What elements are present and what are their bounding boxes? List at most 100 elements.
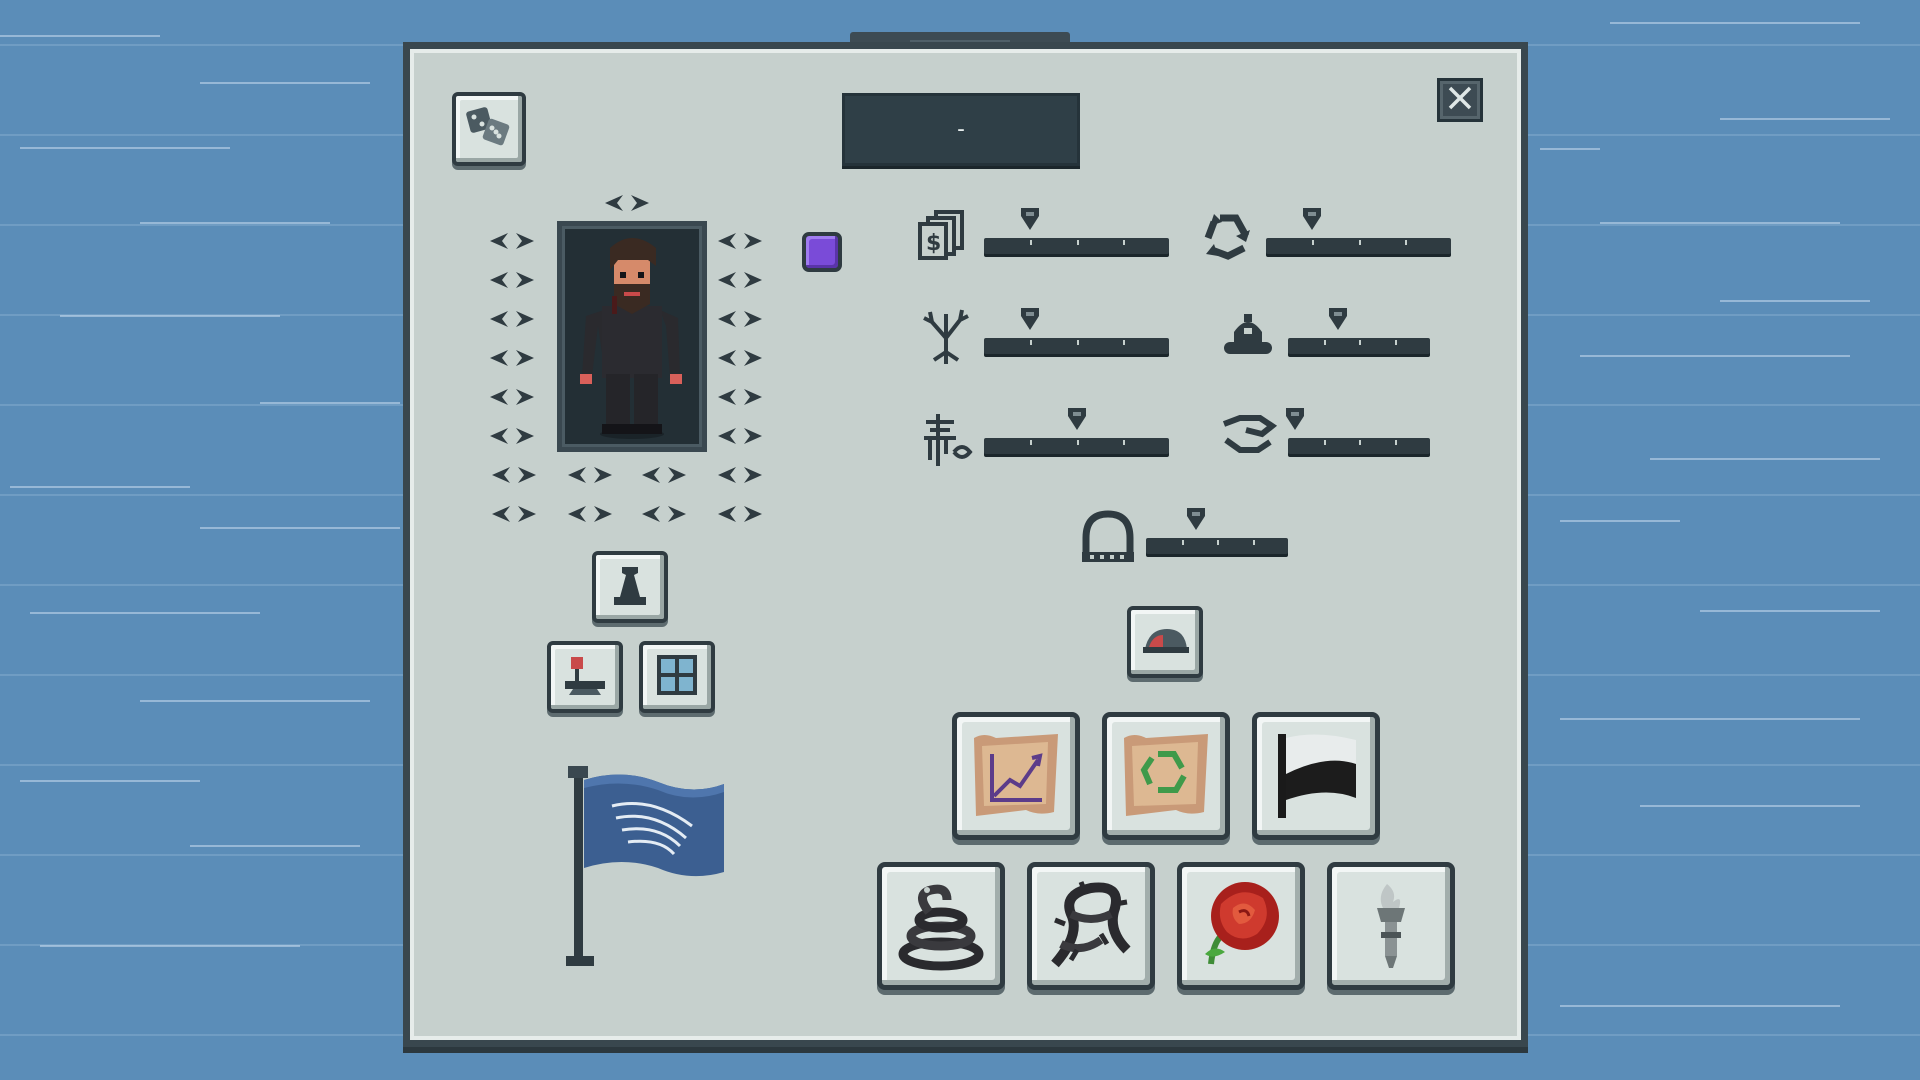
recycle-slider[interactable] (1266, 208, 1451, 254)
arrow-right-icon[interactable] (666, 465, 688, 487)
arrows-top-center (603, 193, 657, 215)
arrow-left-icon[interactable] (716, 465, 738, 487)
arrow-right-icon[interactable] (516, 465, 538, 487)
arrow-right-icon[interactable] (666, 504, 688, 526)
slider-tick (1359, 340, 1361, 345)
arrow-left-icon[interactable] (716, 348, 738, 370)
arrow-left-icon[interactable] (488, 348, 510, 370)
cooperation-slider[interactable] (1286, 408, 1430, 454)
arrow-left-icon[interactable] (716, 309, 738, 331)
arrow-left-icon[interactable] (640, 465, 662, 487)
arrow-right-icon[interactable] (514, 231, 536, 253)
slider-tick (1394, 340, 1397, 345)
arrows-left-3 (488, 309, 542, 331)
handshake-icon (1222, 410, 1278, 464)
arrow-left-icon[interactable] (716, 387, 738, 409)
close-button[interactable] (1437, 78, 1483, 122)
arrow-left-icon[interactable] (488, 309, 510, 331)
red-rose-icon (1191, 874, 1291, 978)
authority-slider[interactable] (1288, 308, 1430, 354)
arrows-right-4 (716, 348, 770, 370)
arrows-right-2 (716, 270, 770, 292)
item-slot-chart-scroll[interactable] (952, 712, 1080, 840)
arrow-right-icon[interactable] (742, 231, 764, 253)
arrow-left-icon[interactable] (716, 231, 738, 253)
faction-flag (562, 766, 732, 971)
arrow-left-icon[interactable] (603, 193, 625, 215)
slider-tick (1323, 340, 1326, 345)
arrows-row7-col4 (716, 465, 770, 487)
arrow-left-icon[interactable] (716, 504, 738, 526)
color-swatch-button[interactable] (802, 232, 842, 272)
arrow-left-icon[interactable] (488, 231, 510, 253)
arrow-left-icon[interactable] (490, 465, 512, 487)
headwear-toggle-button[interactable] (1127, 606, 1203, 678)
arrow-right-icon[interactable] (629, 193, 651, 215)
arrow-right-icon[interactable] (742, 348, 764, 370)
slider-knob[interactable] (1327, 306, 1349, 332)
slider-tick (1030, 340, 1033, 345)
arrows-right-1 (716, 231, 770, 253)
infrastructure-slider[interactable] (1146, 508, 1288, 554)
slider-tick (1358, 240, 1361, 245)
arrow-right-icon[interactable] (592, 465, 614, 487)
slider-knob[interactable] (1019, 306, 1041, 332)
slider-tick (1076, 340, 1079, 345)
arrow-right-icon[interactable] (742, 387, 764, 409)
arrow-left-icon[interactable] (490, 504, 512, 526)
arrow-left-icon[interactable] (488, 426, 510, 448)
arrow-right-icon[interactable] (742, 309, 764, 331)
slider-knob[interactable] (1301, 206, 1323, 232)
character-name-display[interactable]: - (842, 93, 1080, 166)
slider-knob[interactable] (1284, 406, 1306, 432)
culture-slider[interactable] (984, 408, 1169, 454)
layout-grid-button[interactable] (639, 641, 715, 713)
item-slot-red-rose[interactable] (1177, 862, 1305, 990)
recycle-icon (1200, 210, 1256, 266)
arrow-left-icon[interactable] (716, 426, 738, 448)
arrow-right-icon[interactable] (516, 504, 538, 526)
slider-knob[interactable] (1066, 406, 1088, 432)
arrow-right-icon[interactable] (514, 348, 536, 370)
arrow-left-icon[interactable] (566, 504, 588, 526)
cap-icon (1141, 625, 1189, 659)
slider-tick (1312, 240, 1315, 245)
arrows-left-6 (488, 426, 542, 448)
item-slot-torch[interactable] (1327, 862, 1455, 990)
base-pedestal-button[interactable] (592, 551, 668, 623)
arrow-right-icon[interactable] (742, 426, 764, 448)
arrow-right-icon[interactable] (742, 504, 764, 526)
money-slider[interactable] (984, 208, 1169, 254)
arrow-left-icon[interactable] (716, 270, 738, 292)
character-name-text: - (954, 117, 968, 142)
close-icon (1446, 84, 1474, 116)
arrow-right-icon[interactable] (592, 504, 614, 526)
arrow-left-icon[interactable] (488, 270, 510, 292)
slider-tick (1181, 540, 1184, 545)
arrows-row8-col2 (566, 504, 620, 526)
arrow-right-icon[interactable] (742, 465, 764, 487)
arrow-left-icon[interactable] (488, 387, 510, 409)
arrow-right-icon[interactable] (514, 426, 536, 448)
item-slot-thorny-branch[interactable] (1027, 862, 1155, 990)
randomize-dice-button[interactable] (452, 92, 526, 166)
arrows-left-5 (488, 387, 542, 409)
slider-tick (1122, 240, 1125, 245)
arrow-right-icon[interactable] (514, 387, 536, 409)
joystick-button[interactable] (547, 641, 623, 713)
slider-tick (1076, 240, 1079, 245)
arrow-right-icon[interactable] (514, 270, 536, 292)
slider-knob[interactable] (1019, 206, 1041, 232)
slider-knob[interactable] (1185, 506, 1207, 532)
arrow-left-icon[interactable] (640, 504, 662, 526)
arrow-right-icon[interactable] (742, 270, 764, 292)
nature-slider[interactable] (984, 308, 1169, 354)
slider-tick (1030, 240, 1033, 245)
money-stack-icon: $ (918, 208, 974, 264)
arrow-right-icon[interactable] (514, 309, 536, 331)
item-slot-coiled-snake[interactable] (877, 862, 1005, 990)
item-slot-black-white-flag[interactable] (1252, 712, 1380, 840)
arrow-left-icon[interactable] (566, 465, 588, 487)
arrows-left-2 (488, 270, 542, 292)
item-slot-recycle-scroll[interactable] (1102, 712, 1230, 840)
